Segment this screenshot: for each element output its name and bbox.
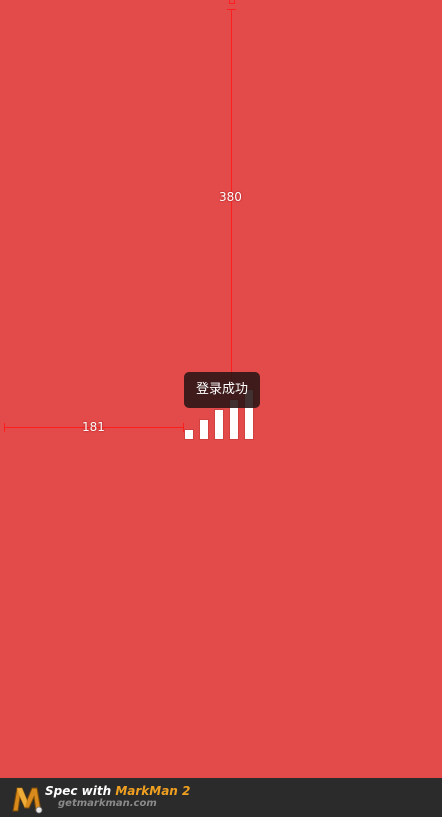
- markman-logo-icon: [12, 787, 43, 814]
- loading-bar: [184, 429, 194, 440]
- markman-brand: MarkMan 2: [115, 784, 191, 798]
- spec-with-text: Spec with MarkMan 2: [45, 784, 190, 798]
- markman-site-link[interactable]: getmarkman.com: [58, 798, 157, 810]
- vertical-measure-anchor: [229, 0, 235, 4]
- login-success-toast: 登录成功: [184, 372, 260, 408]
- spec-prefix: Spec with: [45, 784, 116, 798]
- app-canvas: 380 181 登录成功: [0, 0, 442, 778]
- vertical-measure-label: 380: [219, 190, 242, 204]
- markman-footer: Spec with MarkMan 2 getmarkman.com: [0, 778, 442, 817]
- loading-bar: [214, 409, 224, 440]
- loading-bar: [199, 419, 209, 440]
- toast-message: 登录成功: [195, 382, 248, 397]
- horizontal-measure-label: 181: [82, 420, 105, 434]
